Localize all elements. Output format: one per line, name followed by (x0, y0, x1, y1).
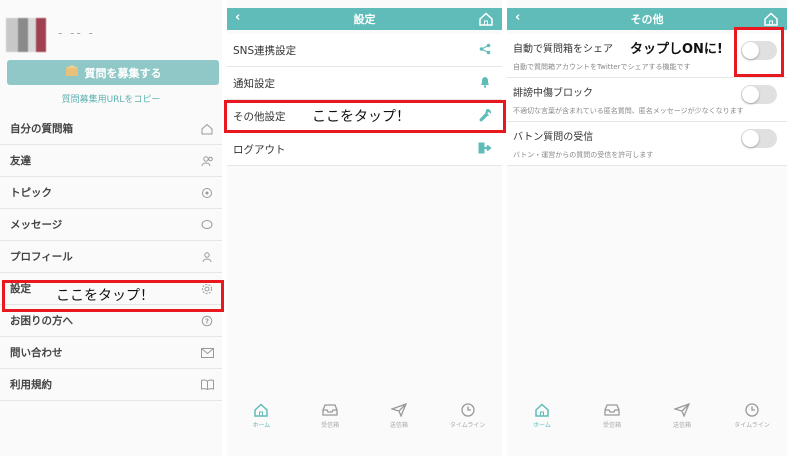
chat-icon (200, 218, 214, 232)
tab-home[interactable]: ホーム (512, 403, 572, 429)
tab-inbox[interactable]: 受信箱 (582, 403, 642, 429)
bottom-tab-bar: ホーム 受信箱 送信箱 タイムライン (507, 396, 787, 436)
inbox-icon (604, 404, 620, 416)
tab-outbox[interactable]: 送信箱 (652, 403, 712, 429)
box-icon (65, 65, 79, 80)
home-icon (200, 122, 214, 136)
svg-text:?: ? (205, 317, 209, 325)
recruit-question-button[interactable]: 質問を募集する (7, 60, 219, 85)
mail-icon (200, 346, 214, 360)
tabbar-container-2: ホーム 受信箱 送信箱 タイムライン (227, 0, 502, 456)
avatar[interactable] (6, 18, 46, 52)
menu-item-terms[interactable]: 利用規約 (0, 369, 222, 401)
tap-here-annotation-1: ここをタップ！ (56, 288, 154, 304)
send-icon (674, 403, 690, 417)
copy-url-link[interactable]: 質問募集用URLをコピー (0, 92, 222, 105)
users-icon (200, 154, 214, 168)
book-icon (200, 378, 214, 392)
menu-item-topic[interactable]: トピック (0, 177, 222, 209)
menu-item-profile[interactable]: プロフィール (0, 241, 222, 273)
inbox-icon (322, 404, 338, 416)
menu-item-contact[interactable]: 問い合わせ (0, 337, 222, 369)
help-icon: ? (200, 314, 214, 328)
tab-inbox[interactable]: 受信箱 (300, 403, 360, 429)
clock-icon (460, 403, 475, 417)
side-menu: 自分の質問箱 友達 トピック メッセージ プロフィール 設定 お困りの方へ ? (0, 113, 222, 401)
profile-header[interactable]: - -- - (6, 18, 136, 52)
username: - -- - (58, 26, 95, 40)
highlight-auto-share-toggle (734, 27, 784, 77)
clock-icon (745, 403, 759, 417)
send-icon (390, 403, 407, 417)
tab-timeline[interactable]: タイムライン (722, 403, 782, 429)
recruit-question-label: 質問を募集する (84, 66, 162, 80)
menu-panel: - -- - 質問を募集する 質問募集用URLをコピー 自分の質問箱 友達 トピ… (0, 0, 222, 456)
menu-item-friends[interactable]: 友達 (0, 145, 222, 177)
menu-item-message[interactable]: メッセージ (0, 209, 222, 241)
menu-item-my-box[interactable]: 自分の質問箱 (0, 113, 222, 145)
tap-on-annotation: タップしONに! (630, 42, 723, 57)
home-icon (535, 403, 549, 417)
user-icon (200, 250, 214, 264)
tap-here-annotation-2: ここをタップ！ (312, 109, 410, 125)
tab-home[interactable]: ホーム (231, 403, 291, 429)
tab-timeline[interactable]: タイムライン (438, 403, 498, 429)
bottom-tab-bar: ホーム 受信箱 送信箱 タイムライン (227, 396, 502, 436)
topic-icon (200, 186, 214, 200)
tab-outbox[interactable]: 送信箱 (369, 403, 429, 429)
home-icon (254, 403, 269, 417)
